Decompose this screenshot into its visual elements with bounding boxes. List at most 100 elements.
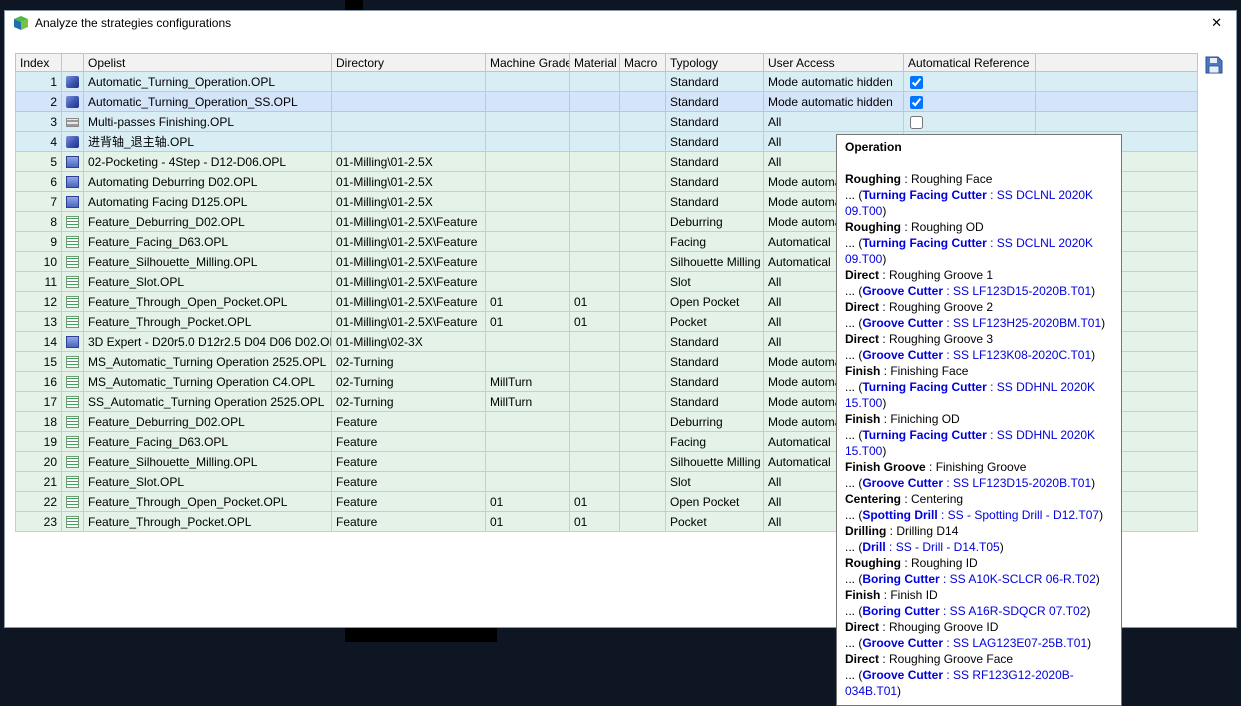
tooltip-tool-line: ... (Groove Cutter : SS LF123D15-2020B.T… xyxy=(845,475,1113,491)
tooltip-tool-label: Turning Facing Cutter xyxy=(862,236,986,250)
column-header-opelist[interactable]: Opelist xyxy=(84,54,332,72)
table-row[interactable]: 1Automatic_Turning_Operation.OPLStandard… xyxy=(16,72,1198,92)
cell-typology: Deburring xyxy=(666,212,764,232)
cell-material xyxy=(570,412,620,432)
doc-strategy-icon xyxy=(66,456,79,468)
tooltip-operation-label: Direct xyxy=(845,332,879,346)
save-button[interactable] xyxy=(1202,53,1226,77)
table-row[interactable]: 3Multi-passes Finishing.OPLStandardAll xyxy=(16,112,1198,132)
cell-opelist: MS_Automatic_Turning Operation C4.OPL xyxy=(84,372,332,392)
tooltip-tool-label: Turning Facing Cutter xyxy=(862,380,986,394)
tooltip-operation-line: Direct : Rhouging Groove ID xyxy=(845,619,1113,635)
cell-machine-grade xyxy=(486,212,570,232)
cell-material xyxy=(570,72,620,92)
cell-machine-grade xyxy=(486,172,570,192)
tooltip-tool-line: ... (Groove Cutter : SS LAG123E07-25B.T0… xyxy=(845,635,1113,651)
cell-icon xyxy=(62,492,84,512)
table-row[interactable]: 2Automatic_Turning_Operation_SS.OPLStand… xyxy=(16,92,1198,112)
cell-macro xyxy=(620,472,666,492)
column-header-material[interactable]: Material xyxy=(570,54,620,72)
automatical-reference-checkbox[interactable] xyxy=(910,96,923,109)
cell-macro xyxy=(620,312,666,332)
cell-opelist: Feature_Silhouette_Milling.OPL xyxy=(84,452,332,472)
cell-typology: Facing xyxy=(666,432,764,452)
cell-typology: Slot xyxy=(666,472,764,492)
cell-directory xyxy=(332,112,486,132)
tooltip-operation-label: Roughing xyxy=(845,172,901,186)
tooltip-operation-line: Direct : Roughing Groove 3 xyxy=(845,331,1113,347)
doc-strategy-icon xyxy=(66,496,79,508)
column-header-index[interactable]: Index xyxy=(16,54,62,72)
cell-icon xyxy=(62,112,84,132)
cell-directory xyxy=(332,132,486,152)
cell-machine-grade xyxy=(486,72,570,92)
automatical-reference-checkbox[interactable] xyxy=(910,76,923,89)
tooltip-tool-line: ... (Spotting Drill : SS - Spotting Dril… xyxy=(845,507,1113,523)
doc-strategy-icon xyxy=(66,416,79,428)
cell-directory: 01-Milling\01-2.5X\Feature xyxy=(332,312,486,332)
cell-icon xyxy=(62,212,84,232)
cell-typology: Standard xyxy=(666,192,764,212)
cell-opelist: Feature_Facing_D63.OPL xyxy=(84,232,332,252)
column-header-directory[interactable]: Directory xyxy=(332,54,486,72)
column-header-machine-grade[interactable]: Machine Grade xyxy=(486,54,570,72)
close-button[interactable]: ✕ xyxy=(1205,13,1228,33)
cell-icon xyxy=(62,292,84,312)
cell-typology: Standard xyxy=(666,392,764,412)
dialog-window: Analyze the strategies configurations ✕ … xyxy=(4,10,1237,628)
column-header-automatical-reference[interactable]: Automatical Reference xyxy=(904,54,1036,72)
column-header-macro[interactable]: Macro xyxy=(620,54,666,72)
tooltip-operation-label: Direct xyxy=(845,300,879,314)
tooltip-tool-label: Groove Cutter xyxy=(862,284,943,298)
doc-strategy-icon xyxy=(66,516,79,528)
tooltip-tool-value: : SS A10K-SCLCR 06-R.T02 xyxy=(940,572,1096,586)
cell-material: 01 xyxy=(570,512,620,532)
cell-icon xyxy=(62,192,84,212)
tooltip-tool-label: Boring Cutter xyxy=(862,604,939,618)
cell-index: 4 xyxy=(16,132,62,152)
cell-icon xyxy=(62,132,84,152)
milling-strategy-icon xyxy=(66,176,79,188)
cell-directory: 01-Milling\01-2.5X xyxy=(332,192,486,212)
cell-opelist: Automating Facing D125.OPL xyxy=(84,192,332,212)
cell-material xyxy=(570,152,620,172)
cell-macro xyxy=(620,352,666,372)
cell-machine-grade xyxy=(486,272,570,292)
table-header-row: Index OpelistDirectoryMachine GradeMateri… xyxy=(16,54,1198,72)
tooltip-tool-line: ... (Turning Facing Cutter : SS DCLNL 20… xyxy=(845,187,1113,219)
cell-machine-grade: 01 xyxy=(486,292,570,312)
tooltip-tool-line: ... (Groove Cutter : SS LF123D15-2020B.T… xyxy=(845,283,1113,299)
cell-directory: 01-Milling\01-2.5X xyxy=(332,152,486,172)
cell-typology: Standard xyxy=(666,332,764,352)
cell-index: 17 xyxy=(16,392,62,412)
cell-macro xyxy=(620,252,666,272)
column-header-user-access[interactable]: User Access xyxy=(764,54,904,72)
doc-strategy-icon xyxy=(66,396,79,408)
cell-opelist: Feature_Through_Pocket.OPL xyxy=(84,512,332,532)
cell-typology: Silhouette Milling xyxy=(666,252,764,272)
cell-icon xyxy=(62,352,84,372)
cell-user-access: All xyxy=(764,112,904,132)
cell-material xyxy=(570,252,620,272)
cell-typology: Standard xyxy=(666,112,764,132)
cell-opelist: Feature_Slot.OPL xyxy=(84,472,332,492)
cell-directory: 01-Milling\01-2.5X\Feature xyxy=(332,232,486,252)
column-header-typology[interactable]: Typology xyxy=(666,54,764,72)
cell-icon xyxy=(62,472,84,492)
cell-material xyxy=(570,472,620,492)
cell-directory: Feature xyxy=(332,472,486,492)
cell-material xyxy=(570,192,620,212)
doc-strategy-icon xyxy=(66,436,79,448)
tooltip-tool-line: ... (Turning Facing Cutter : SS DDHNL 20… xyxy=(845,427,1113,459)
automatical-reference-checkbox[interactable] xyxy=(910,116,923,129)
cell-macro xyxy=(620,72,666,92)
cell-material xyxy=(570,392,620,412)
cell-opelist: Feature_Through_Open_Pocket.OPL xyxy=(84,492,332,512)
cell-material xyxy=(570,432,620,452)
cell-machine-grade xyxy=(486,232,570,252)
cell-machine-grade xyxy=(486,452,570,472)
tooltip-tool-line: ... (Groove Cutter : SS LF123H25-2020BM.… xyxy=(845,315,1113,331)
cell-icon xyxy=(62,372,84,392)
cell-index: 16 xyxy=(16,372,62,392)
cell-directory: Feature xyxy=(332,432,486,452)
